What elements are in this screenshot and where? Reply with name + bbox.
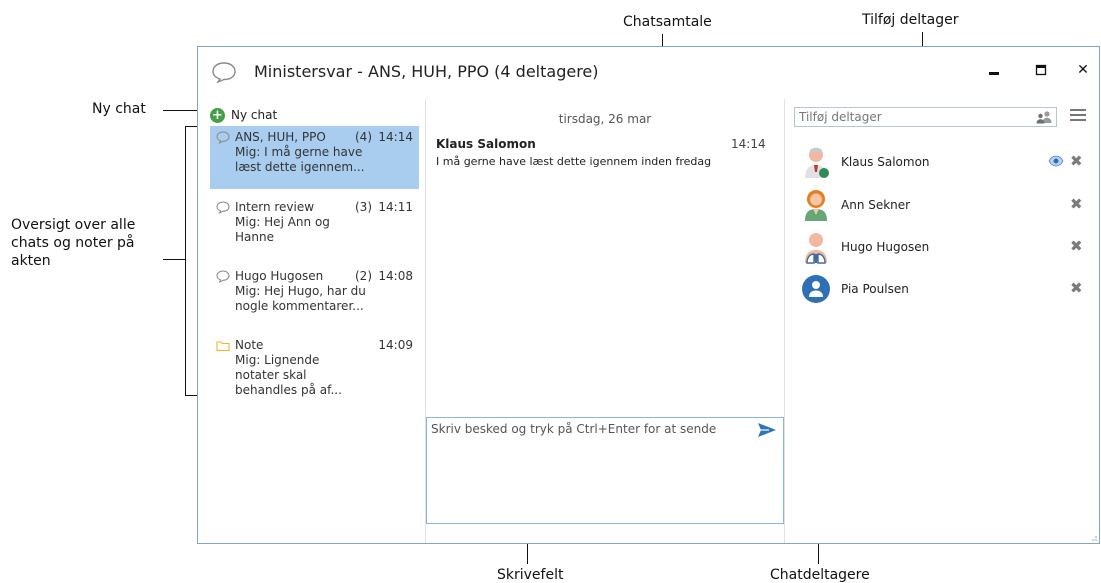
chat-preview: Mig: Hej Ann og Hanne [235,215,330,244]
add-participant-input[interactable] [799,110,1019,124]
callout-ny-chat-line [163,110,199,111]
chat-time: 14:11 [378,200,413,214]
eye-seen-icon [1048,155,1064,167]
participant-name: Klaus Salomon [841,155,930,169]
maximize-icon [1035,64,1047,76]
participant-klaus-salomon: Klaus Salomon ✖ [801,145,1091,181]
minimize-button[interactable] [985,61,1003,79]
callout-chatdeltagere: Chatdeltagere [770,567,870,583]
chat-bubble-icon [216,201,230,214]
remove-participant-button[interactable]: ✖ [1070,152,1083,170]
message-time: 14:14 [731,137,766,151]
participant-ann-sekner: Ann Sekner ✖ [801,188,1091,224]
avatar-default-icon [802,275,830,303]
avatar-man-suit-icon [805,233,827,264]
callout-chatsamtale: Chatsamtale [623,14,712,30]
folder-icon [216,341,230,352]
chat-name: ANS, HUH, PPO [235,130,326,144]
hamburger-menu-icon[interactable] [1070,108,1086,122]
new-chat-button[interactable]: + Ny chat [210,106,277,124]
chat-count: (3) [355,200,372,214]
remove-participant-button[interactable]: ✖ [1070,237,1083,255]
chat-bubble-icon [216,131,230,144]
chat-preview: Mig: I må gerne have læst dette igennem.… [235,145,365,174]
remove-participant-button[interactable]: ✖ [1070,195,1083,213]
participant-hugo-hugosen: Hugo Hugosen ✖ [801,230,1091,266]
chat-name: Intern review [235,200,315,214]
plus-icon: + [210,107,225,123]
resize-grip-icon[interactable] [1089,533,1097,541]
title-bar: Ministersvar - ANS, HUH, PPO (4 deltager… [198,47,1099,97]
remove-participant-button[interactable]: ✖ [1070,279,1083,297]
participant-name: Hugo Hugosen [841,240,930,254]
chat-time: 14:08 [378,269,413,283]
conversation-pane: tirsdag, 26 mar Klaus Salomon 14:14 I må… [426,99,784,543]
callout-tilfoej-deltager: Tilføj deltager [862,12,959,28]
close-button[interactable]: ✕ [1074,61,1092,79]
callout-oversigt-pointer [163,259,185,260]
chat-bubble-icon [212,62,236,83]
participant-name: Pia Poulsen [841,282,909,296]
new-chat-label: Ny chat [231,108,278,122]
callout-oversigt-line3: akten [11,253,51,269]
add-participant-field[interactable] [794,107,1057,127]
participants-pane: Klaus Salomon ✖ Ann Sekner ✖ [784,99,1100,543]
chat-name: Note [235,338,264,352]
chat-time: 14:14 [378,130,413,144]
chat-count: (2) [355,269,372,283]
people-icon[interactable] [1035,110,1053,124]
compose-input[interactable] [431,422,751,436]
compose-box[interactable] [426,417,784,524]
chat-item-note[interactable]: Note 14:09 Mig: Lignende notater skal be… [210,334,419,397]
avatar-man-tie-icon [805,147,829,178]
chat-name: Hugo Hugosen [235,269,324,283]
send-icon[interactable] [757,421,777,439]
window-title: Ministersvar - ANS, HUH, PPO (4 deltager… [254,62,599,81]
callout-oversigt-bracket [185,126,186,395]
callout-oversigt-line1: Oversigt over alle [11,217,136,233]
chat-item-hugo-hugosen[interactable]: Hugo Hugosen (2) 14:08 Mig: Hej Hugo, ha… [210,265,419,328]
participant-name: Ann Sekner [841,198,911,212]
chat-list-pane: + Ny chat ANS, HUH, PPO (4) 14:14 Mig: I… [198,99,426,543]
chat-count: (4) [355,130,372,144]
callout-oversigt-line2: chats og noter på [11,235,135,251]
avatar-woman-icon [805,190,827,221]
chat-time: 14:09 [378,338,413,352]
message-sender: Klaus Salomon [436,137,536,151]
chat-item-ans-huh-ppo[interactable]: ANS, HUH, PPO (4) 14:14 Mig: I må gerne … [210,126,419,189]
callout-ny-chat: Ny chat [92,101,146,117]
chat-bubble-icon [216,270,230,283]
chat-window: Ministersvar - ANS, HUH, PPO (4 deltager… [197,46,1100,544]
minimize-icon [989,72,999,75]
chat-preview: Mig: Hej Hugo, har du nogle kommentarer.… [235,284,366,313]
chat-preview: Mig: Lignende notater skal behandles på … [235,353,342,397]
date-separator: tirsdag, 26 mar [558,112,652,126]
maximize-button[interactable] [1032,61,1050,79]
message-text: I må gerne have læst dette igennem inden… [436,155,712,168]
chat-item-intern-review[interactable]: Intern review (3) 14:11 Mig: Hej Ann og … [210,196,419,259]
callout-skrivefelt: Skrivefelt [497,567,564,583]
participant-pia-poulsen: Pia Poulsen ✖ [801,272,1091,308]
